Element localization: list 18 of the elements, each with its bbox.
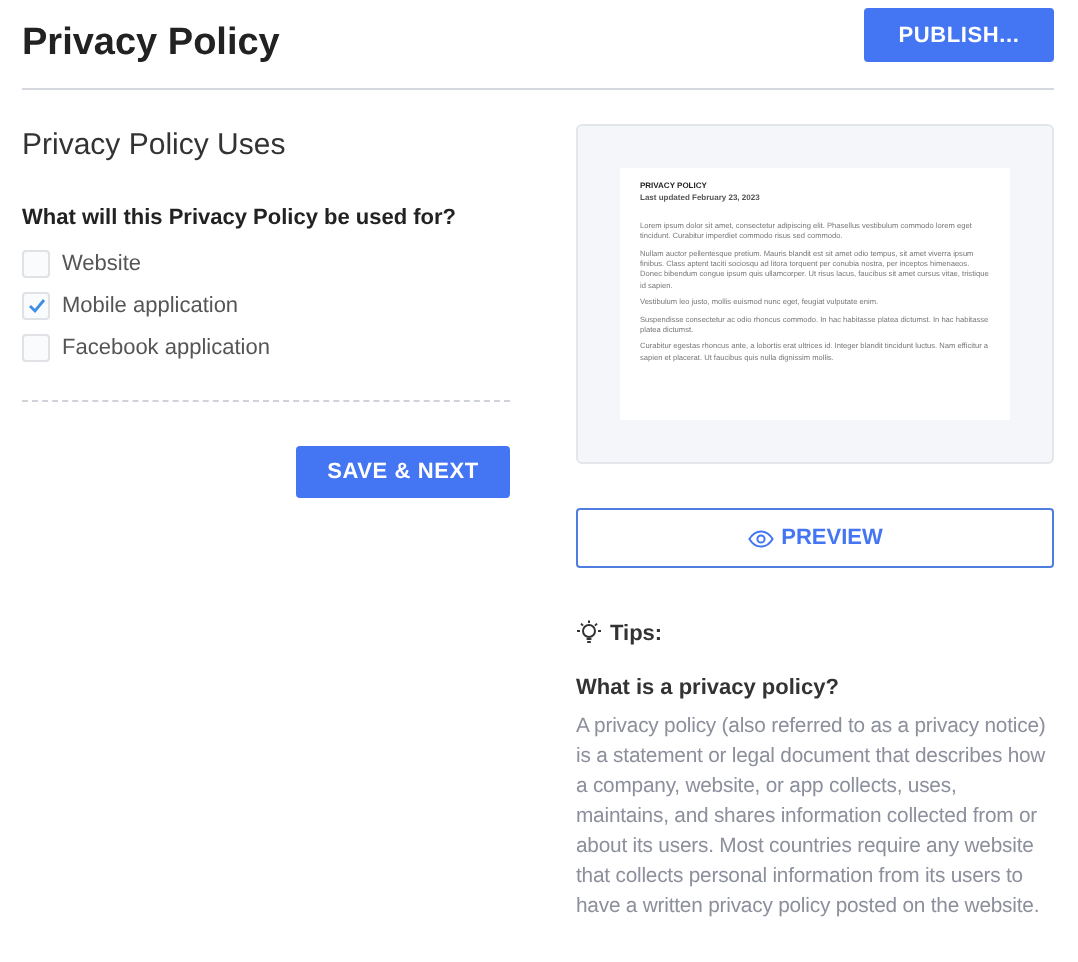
tip-answer: A privacy policy (also referred to as a privacy notice) is a statement or legal document that describes how a company, website, or app collects, uses, maintains, and shares information collected from or about its users. Most countries require any website that collects personal information from its users to have a written privacy policy posted on the website. <box>576 714 1048 922</box>
tip-question: What is a privacy policy? <box>576 676 841 700</box>
page-title: Privacy Policy <box>22 22 280 66</box>
checkbox[interactable] <box>22 249 50 277</box>
publish-button[interactable]: PUBLISH... <box>864 8 1054 62</box>
lightbulb-icon <box>576 620 602 646</box>
tips-label: Tips: <box>610 621 663 645</box>
checkbox[interactable] <box>22 291 50 319</box>
checkbox-label: Website <box>62 251 142 275</box>
checkbox-label: Mobile application <box>62 293 239 317</box>
preview-button[interactable]: PREVIEW <box>576 508 1054 568</box>
checkbox-label: Facebook application <box>62 335 270 359</box>
eye-icon <box>747 529 774 547</box>
section-heading: Privacy Policy Uses <box>22 128 288 162</box>
question-label: What will this Privacy Policy be used for? <box>22 206 458 230</box>
save-next-button[interactable]: SAVE & NEXT <box>296 446 510 498</box>
checkbox[interactable] <box>22 333 50 361</box>
check-icon <box>27 297 45 313</box>
